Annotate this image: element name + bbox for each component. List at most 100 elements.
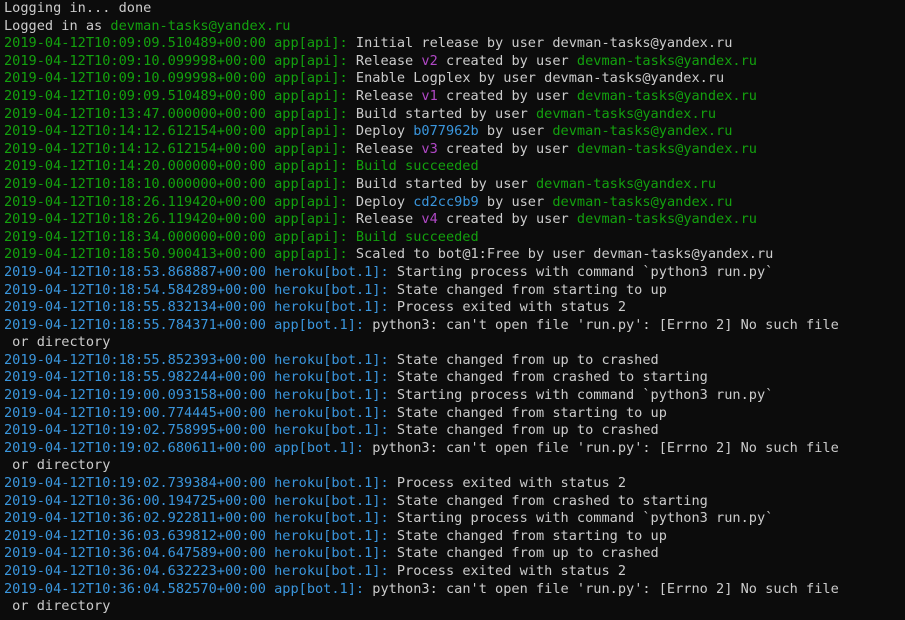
log-text: Release	[355, 140, 422, 157]
log-text: or directory	[4, 334, 111, 351]
log-line: 2019-04-12T10:18:26.119420+00:00 app[api…	[4, 194, 901, 212]
log-line: 2019-04-12T10:13:47.000000+00:00 app[api…	[4, 106, 901, 124]
log-text: 2019-04-12T10:36:00.194725+00:00 heroku[…	[4, 492, 397, 509]
log-line: 2019-04-12T10:36:02.922811+00:00 heroku[…	[4, 510, 901, 528]
log-text: v1	[421, 87, 438, 104]
log-line: Logging in... done	[4, 0, 901, 18]
log-text: State changed from starting to up	[396, 404, 667, 421]
log-line: 2019-04-12T10:19:00.093158+00:00 heroku[…	[4, 387, 901, 405]
log-text: python3: can't open file 'run.py': [Errn…	[372, 316, 839, 333]
log-text: python3: can't open file 'run.py': [Errn…	[372, 580, 839, 597]
log-text: v2	[421, 52, 438, 69]
log-line: 2019-04-12T10:09:09.510489+00:00 app[api…	[4, 88, 901, 106]
log-line: 2019-04-12T10:14:12.612154+00:00 app[api…	[4, 123, 901, 141]
log-text: Deploy	[355, 193, 414, 210]
log-line: 2019-04-12T10:14:12.612154+00:00 app[api…	[4, 141, 901, 159]
log-line: or directory	[4, 457, 901, 475]
log-text: Initial release by user devman-tasks@yan…	[355, 35, 733, 52]
log-text: State changed from crashed to starting	[396, 369, 708, 386]
log-text: 2019-04-12T10:36:04.582570+00:00 app[bot…	[4, 580, 373, 597]
log-text: Build started by user	[355, 175, 536, 192]
log-text: Release	[355, 52, 422, 69]
log-text: by user	[478, 193, 553, 210]
log-text: 2019-04-12T10:19:02.739384+00:00 heroku[…	[4, 475, 397, 492]
log-text: Deploy	[355, 123, 414, 140]
log-text: created by user	[437, 211, 577, 228]
log-text: 2019-04-12T10:18:50.900413+00:00 app[api…	[4, 246, 356, 263]
log-line: 2019-04-12T10:19:02.758995+00:00 heroku[…	[4, 422, 901, 440]
log-text: devman-tasks@yandex.ru	[552, 123, 733, 140]
log-text: 2019-04-12T10:19:02.680611+00:00 app[bot…	[4, 439, 373, 456]
log-text: Scaled to bot@1:Free by user devman-task…	[355, 246, 774, 263]
log-text: Process exited with status 2	[396, 299, 626, 316]
log-text: 2019-04-12T10:09:09.510489+00:00 app[api…	[4, 87, 356, 104]
log-text: 2019-04-12T10:09:10.099998+00:00 app[api…	[4, 70, 356, 87]
log-text: v3	[421, 140, 438, 157]
log-text: 2019-04-12T10:36:04.632223+00:00 heroku[…	[4, 563, 397, 579]
log-text: 2019-04-12T10:18:54.584289+00:00 heroku[…	[4, 281, 397, 298]
log-line: 2019-04-12T10:18:54.584289+00:00 heroku[…	[4, 282, 901, 300]
log-text: devman-tasks@yandex.ru	[576, 140, 757, 157]
log-text: State changed from up to crashed	[396, 545, 659, 562]
log-line: or directory	[4, 334, 901, 352]
log-text: v4	[421, 211, 438, 228]
log-text: 2019-04-12T10:19:00.093158+00:00 heroku[…	[4, 387, 397, 404]
log-line: 2019-04-12T10:18:10.000000+00:00 app[api…	[4, 176, 901, 194]
log-text: Starting process with command `python3 r…	[396, 263, 774, 280]
log-text: devman-tasks@yandex.ru	[576, 87, 757, 104]
log-text: 2019-04-12T10:18:53.868887+00:00 heroku[…	[4, 263, 397, 280]
log-text: or directory	[4, 598, 111, 615]
log-text: devman-tasks@yandex.ru	[576, 211, 757, 228]
log-text: State changed from up to crashed	[396, 351, 659, 368]
log-text: Process exited with status 2	[396, 475, 626, 492]
log-text: devman-tasks@yandex.ru	[535, 105, 717, 122]
log-text: Starting process with command `python3 r…	[396, 387, 774, 404]
log-line: Logged in as devman-tasks@yandex.ru	[4, 18, 901, 36]
log-line: 2019-04-12T10:14:20.000000+00:00 app[api…	[4, 158, 901, 176]
terminal-output[interactable]: Logging in... done Logged in as devman-ta…	[0, 0, 905, 620]
log-text: 2019-04-12T10:14:12.612154+00:00 app[api…	[4, 140, 356, 157]
log-line: 2019-04-12T10:18:55.982244+00:00 heroku[…	[4, 369, 901, 387]
log-text: Build started by user	[355, 105, 536, 122]
log-text: State changed from crashed to starting	[396, 492, 708, 509]
log-line: 2019-04-12T10:18:50.900413+00:00 app[api…	[4, 246, 901, 264]
log-line: 2019-04-12T10:18:55.832134+00:00 heroku[…	[4, 299, 901, 317]
log-text: devman-tasks@yandex.ru	[576, 52, 757, 69]
log-line: 2019-04-12T10:36:04.632223+00:00 heroku[…	[4, 563, 901, 581]
log-text: or directory	[4, 457, 111, 474]
log-text: 2019-04-12T10:36:02.922811+00:00 heroku[…	[4, 510, 397, 527]
log-text: 2019-04-12T10:09:10.099998+00:00 app[api…	[4, 52, 356, 69]
log-text: 2019-04-12T10:18:55.982244+00:00 heroku[…	[4, 369, 397, 386]
log-text: 2019-04-12T10:13:47.000000+00:00 app[api…	[4, 105, 356, 122]
log-text: State changed from starting to up	[396, 527, 667, 544]
log-text: created by user	[437, 87, 577, 104]
log-line: 2019-04-12T10:19:00.774445+00:00 heroku[…	[4, 405, 901, 423]
log-text: 2019-04-12T10:36:04.647589+00:00 heroku[…	[4, 545, 397, 562]
log-text: 2019-04-12T10:19:02.758995+00:00 heroku[…	[4, 422, 397, 439]
log-text: 2019-04-12T10:18:55.784371+00:00 app[bot…	[4, 316, 373, 333]
log-line: 2019-04-12T10:19:02.680611+00:00 app[bot…	[4, 440, 901, 458]
log-text: b077962b	[413, 123, 479, 140]
log-line: 2019-04-12T10:18:55.784371+00:00 app[bot…	[4, 317, 901, 335]
log-line: 2019-04-12T10:18:53.868887+00:00 heroku[…	[4, 264, 901, 282]
log-text: 2019-04-12T10:09:09.510489+00:00 app[api…	[4, 35, 356, 52]
log-line: 2019-04-12T10:36:04.647589+00:00 heroku[…	[4, 545, 901, 563]
log-text: 2019-04-12T10:18:55.832134+00:00 heroku[…	[4, 299, 397, 316]
log-text: State changed from up to crashed	[396, 422, 659, 439]
log-text: 2019-04-12T10:36:03.639812+00:00 heroku[…	[4, 527, 397, 544]
log-text: 2019-04-12T10:18:34.000000+00:00 app[api…	[4, 228, 479, 245]
log-line: 2019-04-12T10:36:03.639812+00:00 heroku[…	[4, 528, 901, 546]
log-line: 2019-04-12T10:09:09.510489+00:00 app[api…	[4, 35, 901, 53]
log-text: 2019-04-12T10:14:12.612154+00:00 app[api…	[4, 123, 356, 140]
log-line: 2019-04-12T10:18:26.119420+00:00 app[api…	[4, 211, 901, 229]
log-text: Starting process with command `python3 r…	[396, 510, 774, 527]
log-text: 2019-04-12T10:19:00.774445+00:00 heroku[…	[4, 404, 397, 421]
log-text: 2019-04-12T10:18:26.119420+00:00 app[api…	[4, 211, 356, 228]
log-text: devman-tasks@yandex.ru	[110, 17, 291, 34]
log-line: or directory	[4, 598, 901, 616]
log-text: cd2cc9b9	[413, 193, 479, 210]
log-text: by user	[478, 123, 553, 140]
log-text: devman-tasks@yandex.ru	[552, 193, 733, 210]
log-line: 2019-04-12T10:36:00.194725+00:00 heroku[…	[4, 493, 901, 511]
log-line: 2019-04-12T10:09:10.099998+00:00 app[api…	[4, 53, 901, 71]
